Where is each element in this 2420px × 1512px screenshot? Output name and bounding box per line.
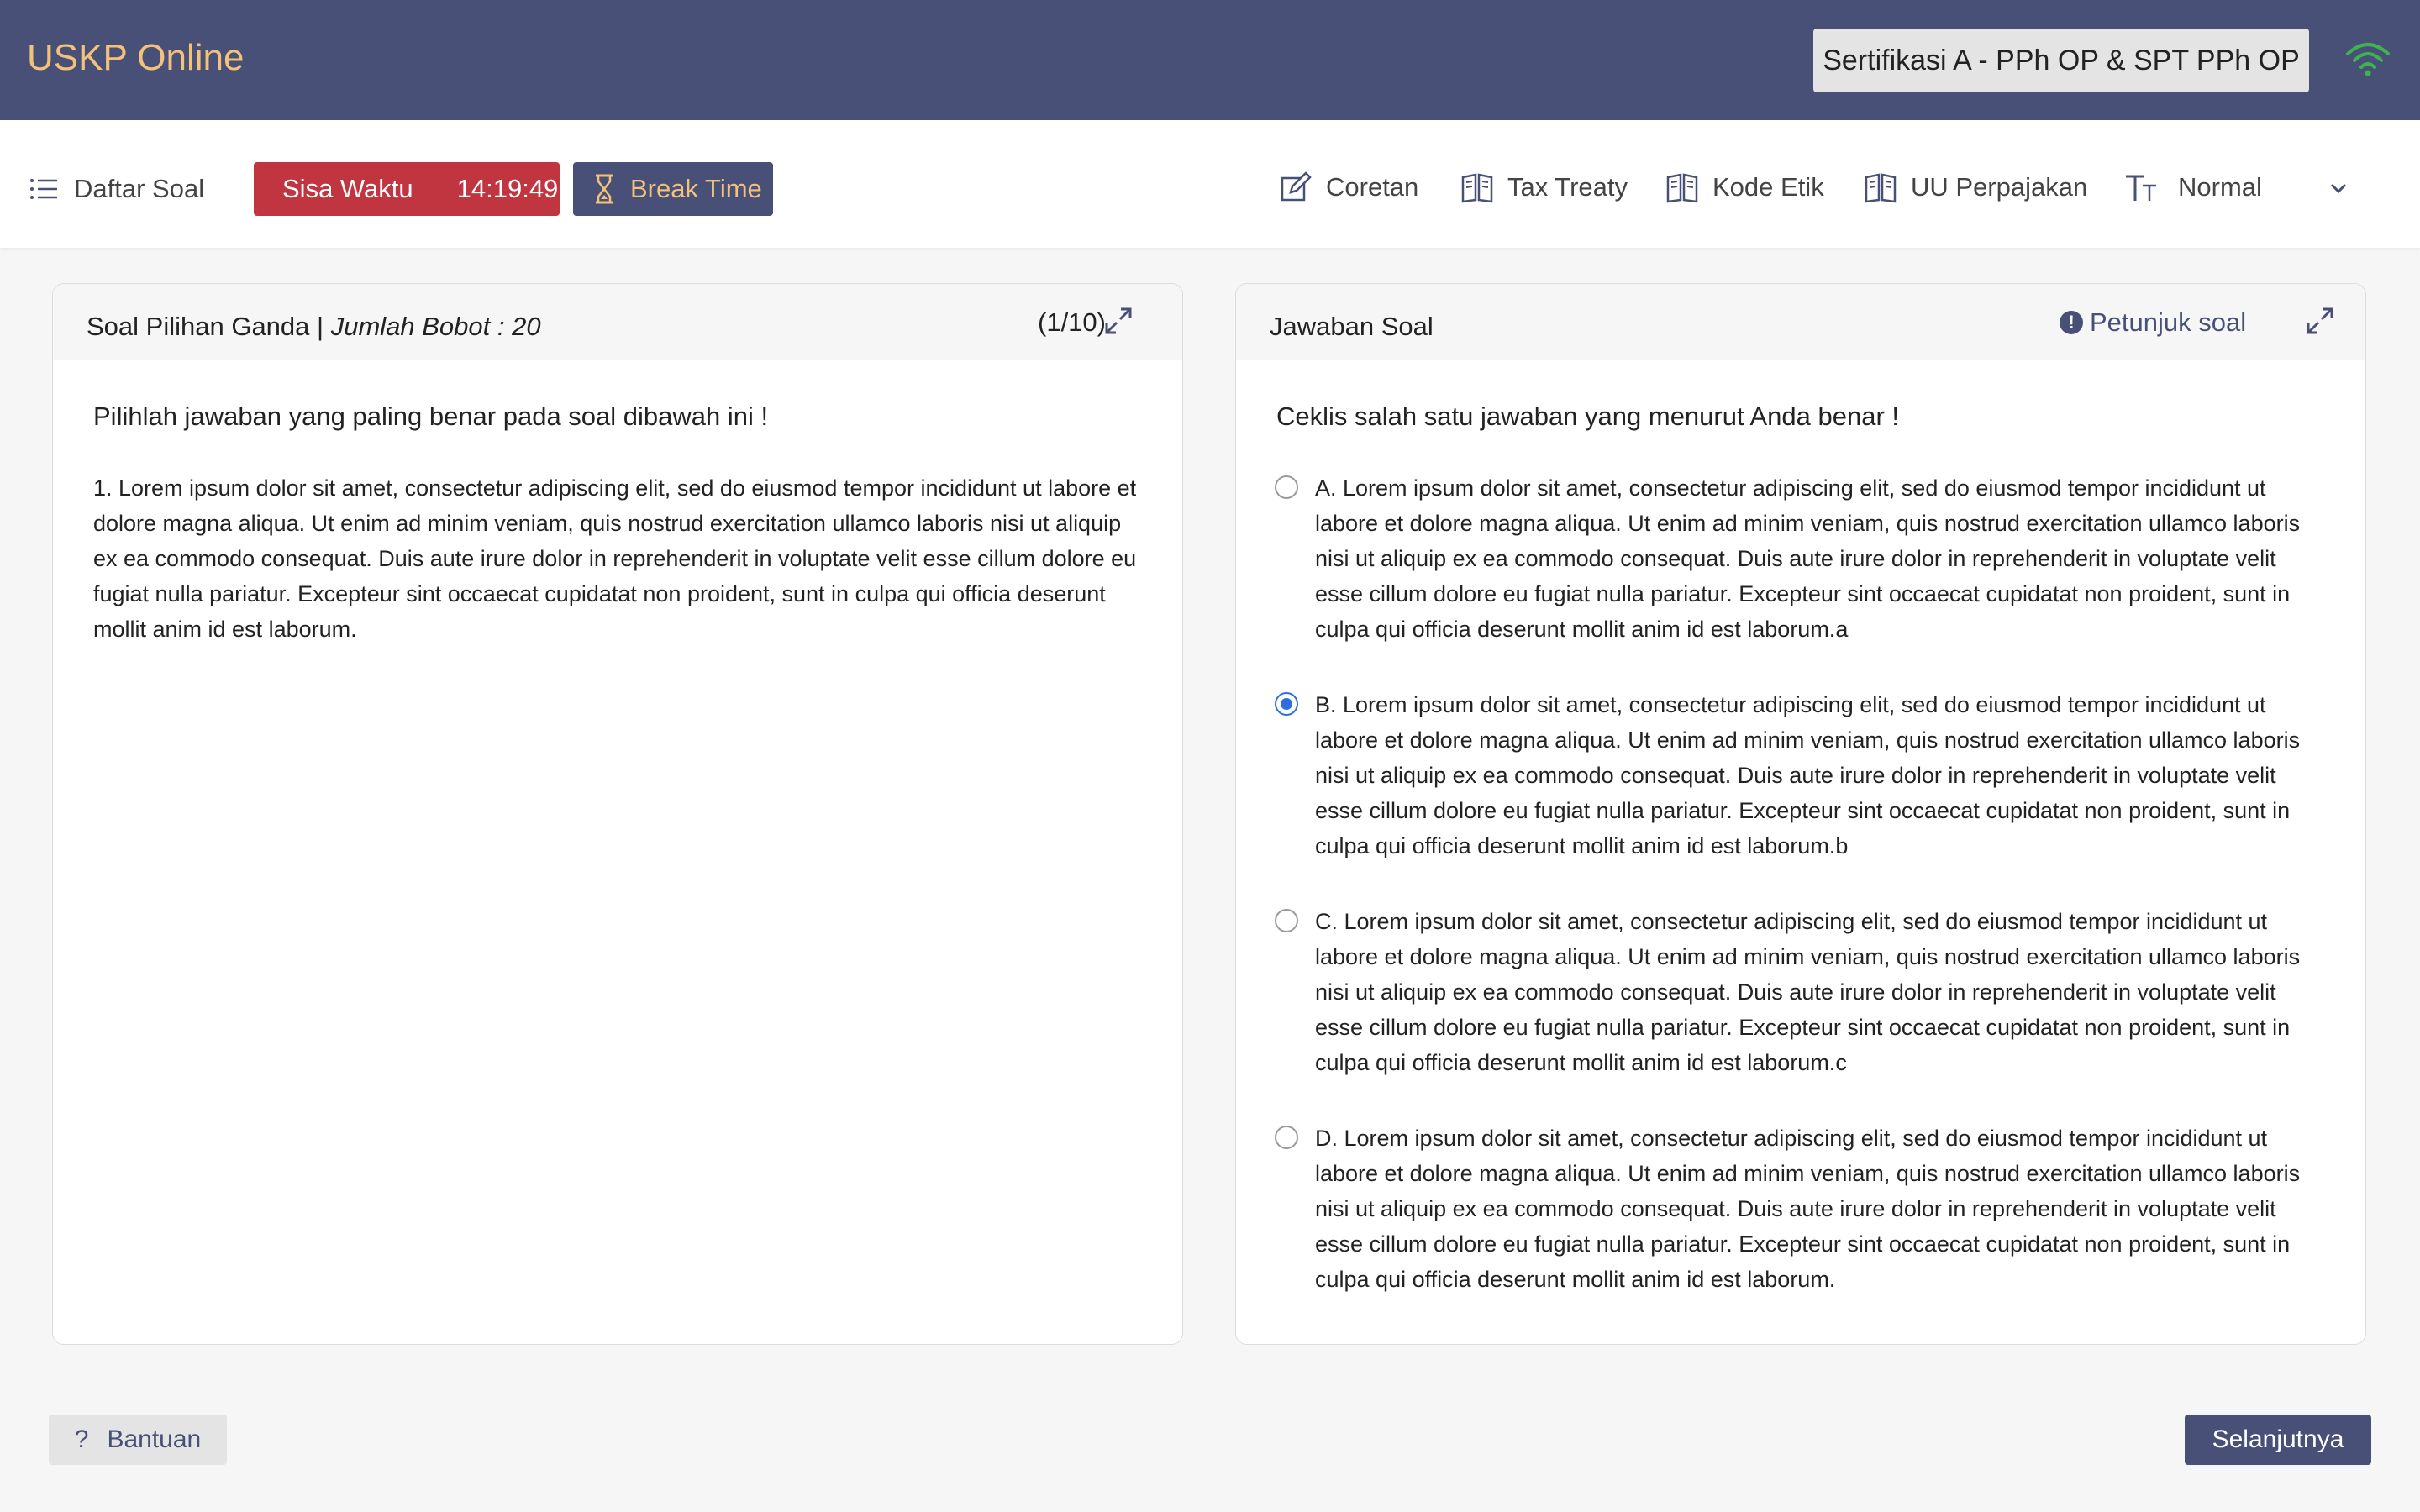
book-icon	[1865, 173, 1897, 203]
question-type: Soal Pilihan Ganda |	[87, 312, 324, 341]
radio-button[interactable]	[1275, 909, 1298, 932]
daftar-soal-button[interactable]: Daftar Soal	[27, 172, 204, 206]
question-text: 1. Lorem ipsum dolor sit amet, consectet…	[93, 475, 1137, 642]
answer-instruction: Ceklis salah satu jawaban yang menurut A…	[1276, 402, 1900, 431]
font-size-value: Normal	[2178, 172, 2262, 202]
selanjutnya-button[interactable]: Selanjutnya	[2185, 1415, 2371, 1465]
certification-badge: Sertifikasi A - PPh OP & SPT PPh OP	[1813, 29, 2309, 92]
question-weight: Jumlah Bobot : 20	[330, 312, 541, 341]
top-header: USKP Online Sertifikasi A - PPh OP & SPT…	[0, 0, 2420, 120]
answer-option-text: A. Lorem ipsum dolor sit amet, consectet…	[1315, 475, 2301, 642]
toolbar: Daftar Soal Sisa Waktu 14:19:49 Break Ti…	[0, 120, 2420, 248]
info-icon: !	[2060, 311, 2083, 334]
daftar-soal-label: Daftar Soal	[74, 174, 205, 203]
bantuan-button[interactable]: ? Bantuan	[49, 1415, 227, 1465]
question-instruction: Pilihlah jawaban yang paling benar pada …	[93, 402, 769, 431]
answer-panel: Jawaban Soal ! Petunjuk soal Ceklis sala…	[1235, 283, 2366, 1345]
hourglass-icon	[596, 174, 613, 204]
radio-button[interactable]	[1275, 475, 1298, 499]
break-time-button[interactable]: Break Time	[573, 162, 773, 216]
uu-perpajakan-label: UU Perpajakan	[1911, 172, 2088, 202]
radio-button-selected[interactable]	[1275, 692, 1298, 716]
answer-option-text: D. Lorem ipsum dolor sit amet, consectet…	[1315, 1126, 2301, 1292]
uu-perpajakan-button[interactable]: UU Perpajakan	[1864, 171, 2087, 204]
sisa-waktu-label: Sisa Waktu	[282, 174, 413, 203]
help-icon: ?	[74, 1425, 89, 1453]
answer-option-a[interactable]: A. Lorem ipsum dolor sit amet, consectet…	[1275, 470, 2325, 647]
coretan-label: Coretan	[1326, 172, 1419, 202]
list-icon	[30, 179, 57, 199]
expand-icon[interactable]	[2305, 306, 2335, 336]
petunjuk-soal-link[interactable]: ! Petunjuk soal	[2060, 307, 2246, 338]
answer-panel-header: Jawaban Soal ! Petunjuk soal	[1236, 284, 2365, 360]
answer-option-text: C. Lorem ipsum dolor sit amet, consectet…	[1315, 909, 2301, 1075]
kode-etik-label: Kode Etik	[1712, 172, 1824, 202]
app-brand: USKP Online	[27, 37, 245, 78]
petunjuk-soal-label: Petunjuk soal	[2090, 307, 2247, 337]
question-panel-title: Soal Pilihan Ganda | Jumlah Bobot : 20	[87, 312, 541, 342]
book-icon	[1461, 173, 1493, 203]
kode-etik-button[interactable]: Kode Etik	[1665, 171, 1824, 204]
chevron-down-icon[interactable]	[2328, 177, 2349, 199]
sisa-waktu-value: 14:19:49	[456, 174, 559, 203]
font-size-select[interactable]: Normal	[2124, 171, 2262, 204]
tax-treaty-label: Tax Treaty	[1507, 172, 1628, 202]
question-panel-header: Soal Pilihan Ganda | Jumlah Bobot : 20 (…	[53, 284, 1182, 360]
answer-option-text: B. Lorem ipsum dolor sit amet, consectet…	[1315, 692, 2301, 858]
answer-option-b[interactable]: B. Lorem ipsum dolor sit amet, consectet…	[1275, 687, 2325, 864]
sisa-waktu-timer: Sisa Waktu 14:19:49	[254, 162, 560, 216]
tax-treaty-button[interactable]: Tax Treaty	[1460, 171, 1628, 204]
book-icon	[1666, 173, 1698, 203]
question-counter: (1/10)	[1038, 307, 1106, 337]
radio-button[interactable]	[1275, 1126, 1298, 1149]
coretan-button[interactable]: Coretan	[1279, 171, 1418, 204]
answer-panel-title: Jawaban Soal	[1270, 312, 1434, 341]
break-time-label: Break Time	[630, 174, 762, 203]
question-panel: Soal Pilihan Ganda | Jumlah Bobot : 20 (…	[52, 283, 1183, 1345]
answer-option-d[interactable]: D. Lorem ipsum dolor sit amet, consectet…	[1275, 1121, 2325, 1297]
expand-icon[interactable]	[1103, 306, 1134, 336]
bantuan-label: Bantuan	[107, 1425, 202, 1453]
text-size-icon	[2126, 175, 2156, 201]
edit-icon	[1281, 171, 1312, 202]
wifi-icon	[2346, 43, 2390, 76]
answer-option-c[interactable]: C. Lorem ipsum dolor sit amet, consectet…	[1275, 904, 2325, 1080]
